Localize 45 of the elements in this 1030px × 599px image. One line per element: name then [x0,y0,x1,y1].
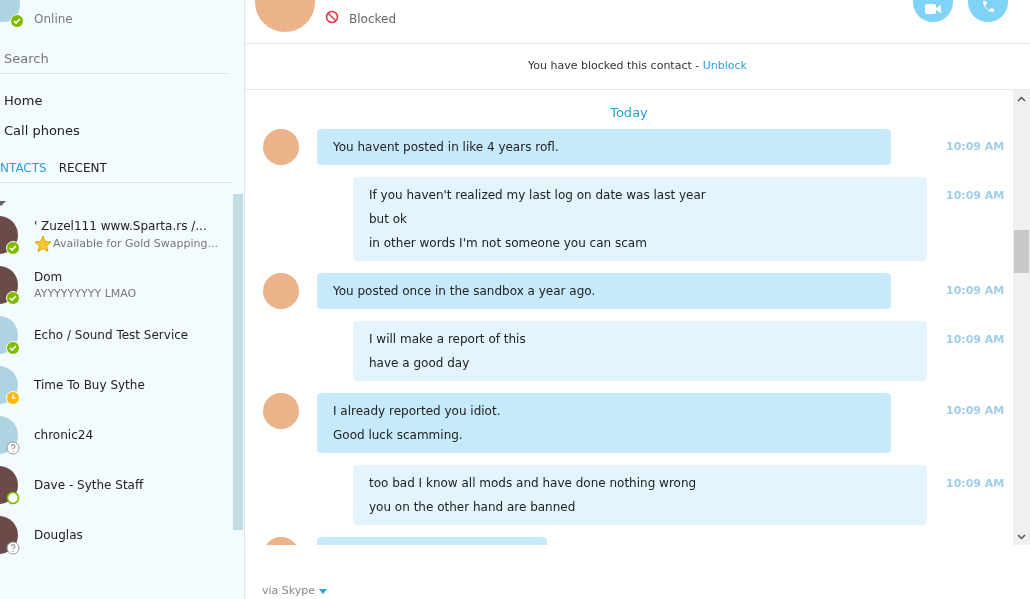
contact-name: chronic24 [34,427,94,444]
contact-name: Douglas [34,527,83,544]
message-text: too bad I know all mods and have done nothing wrong [369,474,698,492]
message-text: I will make a report of this [369,330,527,348]
contact-name: Echo / Sound Test Service [34,327,189,344]
message-text: have a good day [369,354,471,372]
scroll-thumb[interactable] [1014,230,1029,273]
message-time: 10:09 AM [946,138,1005,155]
message-text: If you haven't realized my last log on date was last year [369,186,707,204]
blocked-icon [325,10,339,24]
avatar-drawing [263,272,299,309]
blocked-notice: You have blocked this contact - Unblock [528,58,747,75]
message-text: Good luck scamming. [333,426,464,444]
avatar-drawing [263,392,299,429]
scrollbar[interactable] [233,194,243,530]
message-time: 10:09 AM [946,475,1005,492]
nav-link[interactable]: Home [0,86,43,116]
tab[interactable]: RECENT [58,158,107,178]
message-text: in other words I'm not someone you can scam [369,234,648,252]
message-text: but ok [369,210,409,228]
caret-icon[interactable] [319,588,328,594]
message-time: 10:09 AM [946,282,1005,299]
avatar-drawing [263,128,299,165]
mood-message: AYYYYYYYYY LMAO [34,285,137,302]
message-text: you on the other hand are banned [369,498,577,516]
contact-name: Time To Buy Sythe [34,377,145,394]
phone-icon [981,0,995,14]
video-camera-icon [925,4,941,14]
status-text: Blocked [349,11,397,28]
message-text: You posted once in the sandbox a year ago. [333,282,597,300]
message-time: 10:09 AM [946,402,1005,419]
contact-name: Dom [34,268,64,286]
mood-message: Available for Gold Swapping... [53,235,218,252]
message-text: You havent posted in like 4 years rofl. [333,138,560,156]
scrollbar[interactable] [1013,90,1030,545]
status-text: Online [34,11,73,28]
day-separator: Today [609,104,649,122]
via-selector[interactable]: via Skype [262,583,328,599]
contact-name: ' Zuzel111 www.Sparta.rs /... [34,218,208,235]
message-time: 10:09 AM [946,187,1005,204]
search-field[interactable]: Search [0,44,228,74]
message-time: 10:09 AM [946,331,1005,348]
message-text: I already reported you idiot. [333,402,502,420]
nav-link[interactable]: Call phones [0,116,80,146]
contact-name: Dave - Sythe Staff [34,477,144,494]
